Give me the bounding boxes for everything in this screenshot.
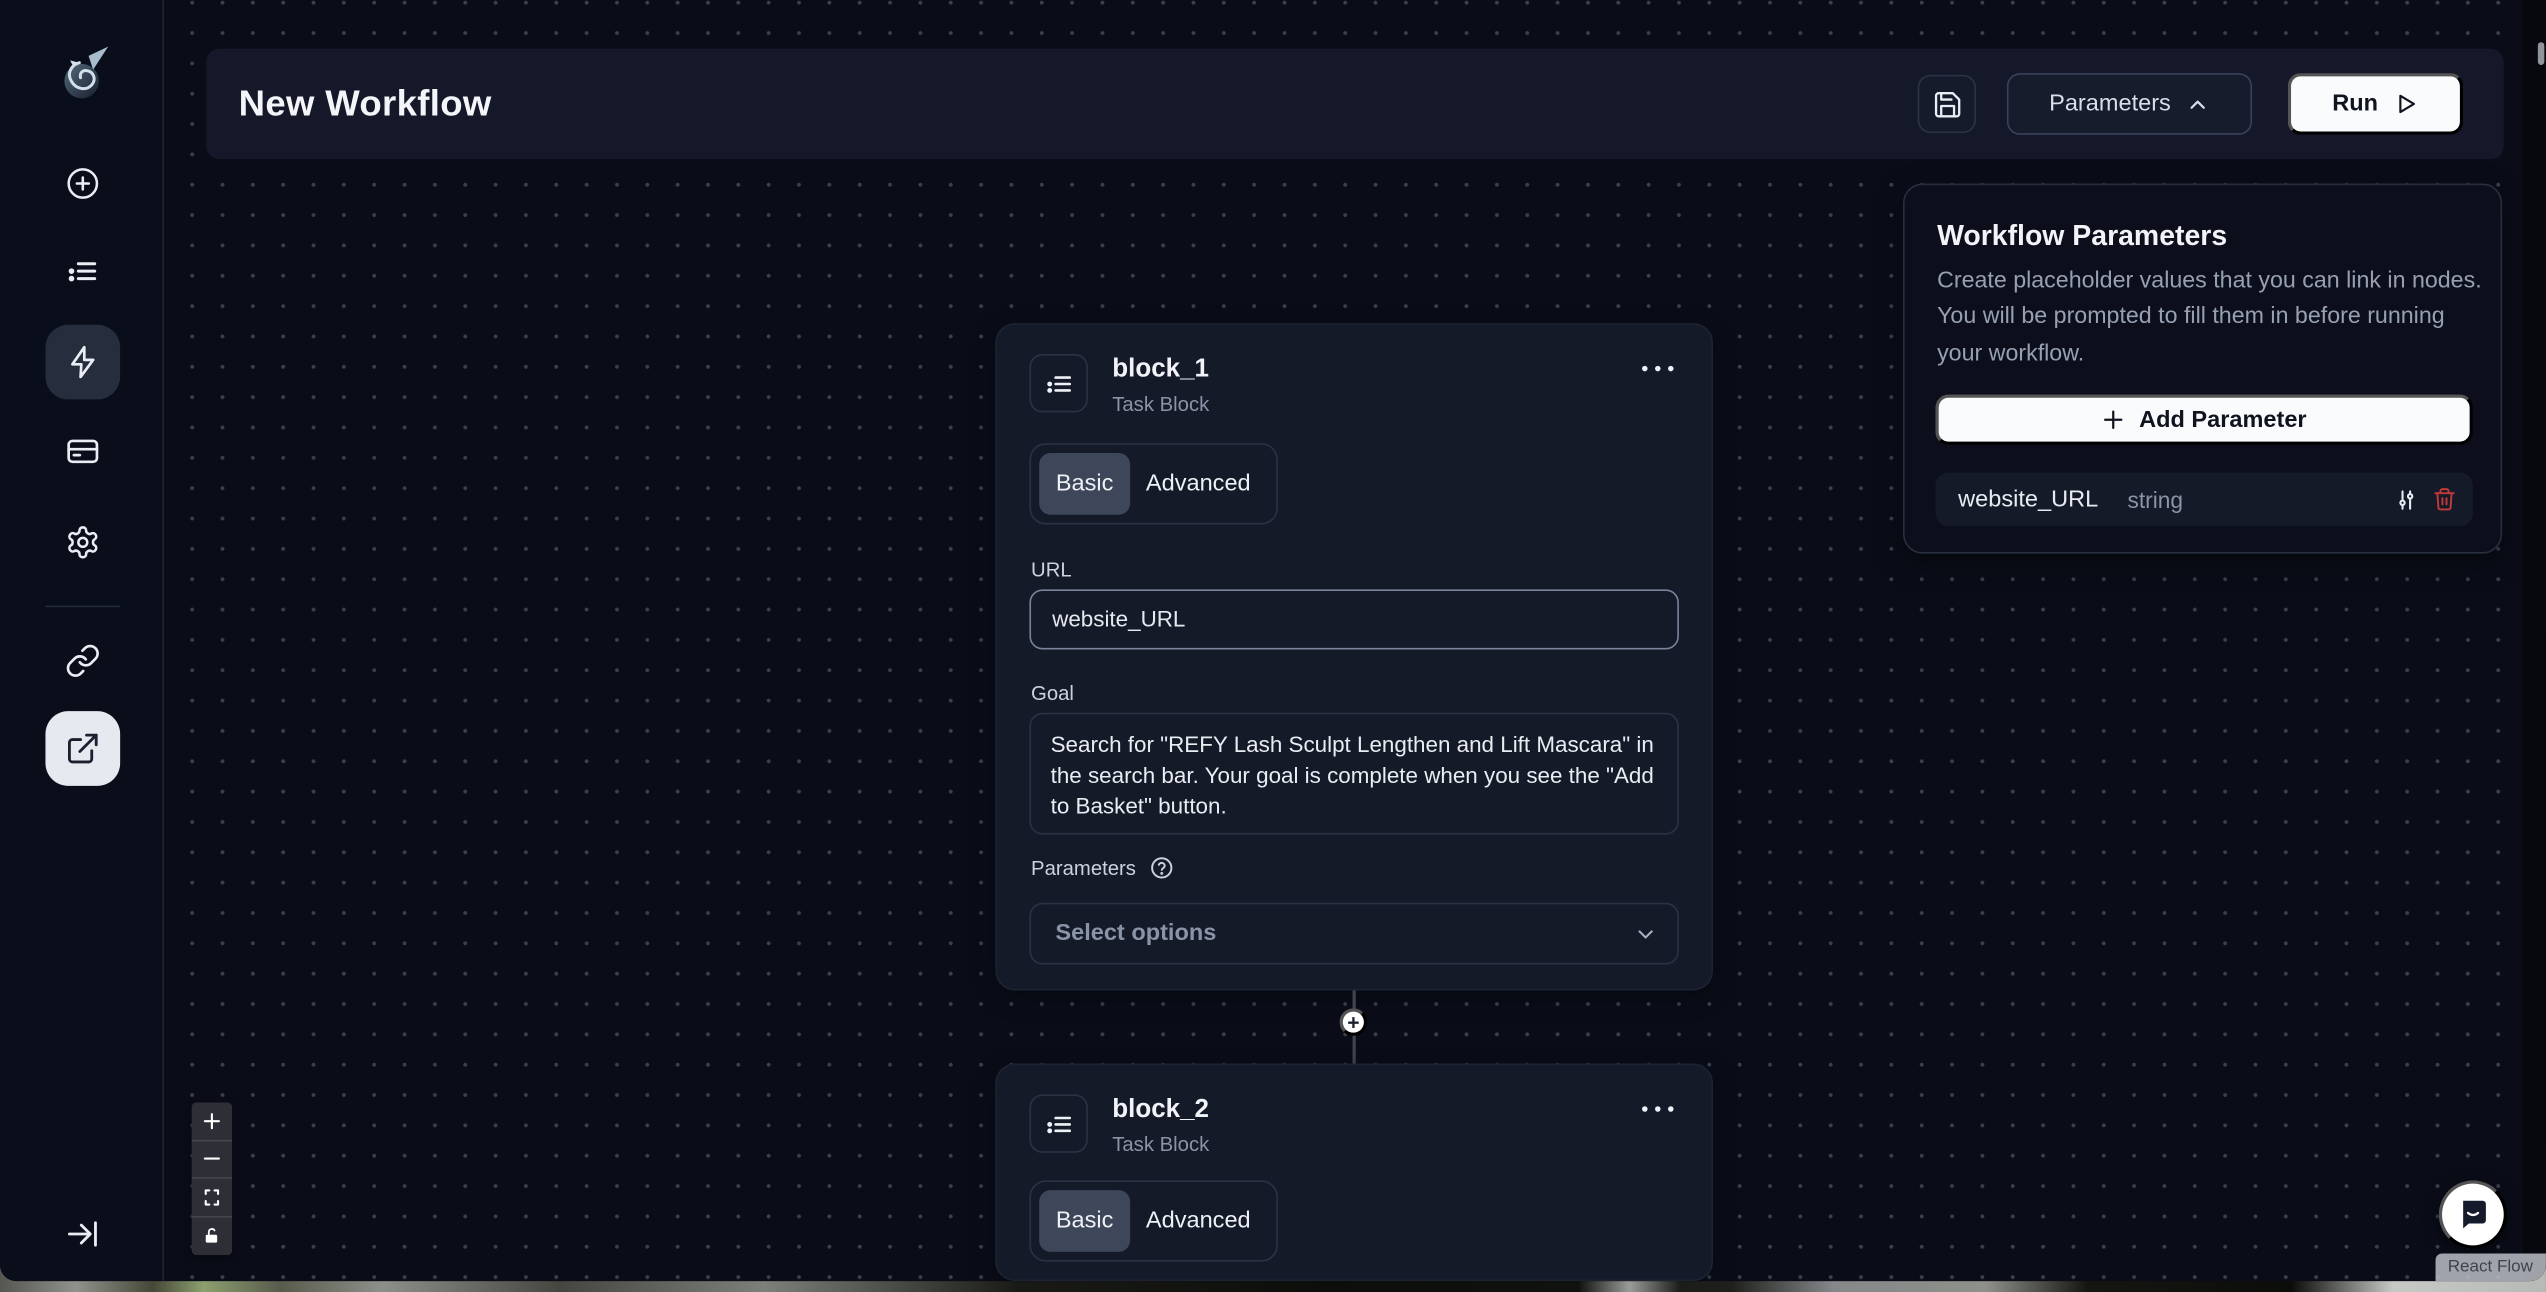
chevron-up-icon xyxy=(2185,92,2209,116)
link-icon xyxy=(65,643,101,679)
save-icon xyxy=(1931,88,1962,119)
skyvern-dragon-logo xyxy=(55,39,110,107)
panel-title: Workflow Parameters xyxy=(1937,219,2227,253)
credit-card-icon xyxy=(65,434,101,470)
sidebar-item-workflows[interactable] xyxy=(45,325,120,400)
chat-bubble-icon xyxy=(2453,1195,2492,1234)
sidebar xyxy=(0,0,164,1281)
tab-basic[interactable]: Basic xyxy=(1039,1190,1130,1252)
panel-description: Create placeholder values that you can l… xyxy=(1937,263,2483,372)
node-menu-button[interactable] xyxy=(1637,354,1679,383)
edge-add-icon: + xyxy=(1347,1012,1359,1033)
sidebar-item-create[interactable] xyxy=(45,146,120,221)
node-title: block_1 xyxy=(1112,356,1209,385)
zoom-in-button[interactable] xyxy=(192,1102,233,1140)
sidebar-item-open-app[interactable] xyxy=(45,711,120,786)
parameters-field-label: Parameters xyxy=(1031,857,1136,880)
desktop: New Workflow Parameters Run xyxy=(0,0,2546,1292)
task-block-icon xyxy=(1029,354,1087,412)
external-link-icon xyxy=(65,731,101,767)
add-parameter-label: Add Parameter xyxy=(2139,407,2306,433)
fit-view-icon xyxy=(201,1187,222,1208)
plus-icon xyxy=(2102,408,2126,432)
node-type-label: Task Block xyxy=(1112,1133,1209,1156)
sidebar-item-billing[interactable] xyxy=(45,414,120,489)
zoom-in-icon xyxy=(201,1110,222,1131)
canvas-controls xyxy=(192,1102,233,1255)
play-icon xyxy=(2393,91,2419,117)
parameter-name: website_URL xyxy=(1958,486,2098,512)
arrow-right-to-line-icon xyxy=(65,1216,101,1252)
parameters-toggle-button[interactable]: Parameters xyxy=(2007,73,2252,135)
node-title: block_2 xyxy=(1112,1096,1209,1125)
edge-add-block-button[interactable]: + xyxy=(1340,1008,1368,1036)
ellipsis-icon xyxy=(1640,364,1676,374)
scrollbar-thumb[interactable] xyxy=(2538,42,2544,65)
parameter-row: website_URL string xyxy=(1935,472,2472,526)
url-input[interactable] xyxy=(1029,589,1678,649)
task-block-icon xyxy=(1029,1094,1087,1152)
tab-basic[interactable]: Basic xyxy=(1039,453,1130,515)
zoom-out-icon xyxy=(201,1148,222,1169)
goal-textarea[interactable]: Search for "REFY Lash Sculpt Lengthen an… xyxy=(1029,713,1678,835)
lock-toggle-button[interactable] xyxy=(192,1217,233,1255)
node-mode-tabs: Basic Advanced xyxy=(1029,443,1277,524)
parameters-select-placeholder: Select options xyxy=(1055,921,1216,947)
workflow-node-block-2[interactable]: block_2 Task Block Basic Advanced xyxy=(995,1064,1713,1282)
sidebar-item-settings[interactable] xyxy=(45,505,120,580)
run-button-label: Run xyxy=(2332,91,2378,117)
node-type-label: Task Block xyxy=(1112,393,1209,416)
add-parameter-button[interactable]: Add Parameter xyxy=(1935,395,2472,445)
chevron-down-icon xyxy=(1633,921,1657,945)
unlock-icon xyxy=(201,1225,222,1246)
workflow-parameters-panel: Workflow Parameters Create placeholder v… xyxy=(1903,183,2502,553)
plus-circle-icon xyxy=(65,166,101,202)
zap-icon xyxy=(65,344,101,380)
url-field-label: URL xyxy=(1031,559,1072,582)
topbar: New Workflow Parameters Run xyxy=(206,49,2504,159)
parameter-type: string xyxy=(2127,486,2183,512)
parameters-button-label: Parameters xyxy=(2049,91,2171,117)
sliders-icon[interactable] xyxy=(2393,486,2419,512)
tab-advanced[interactable]: Advanced xyxy=(1133,1190,1263,1252)
chat-widget-button[interactable] xyxy=(2439,1180,2507,1248)
sidebar-collapse-button[interactable] xyxy=(45,1197,120,1272)
fit-view-button[interactable] xyxy=(192,1179,233,1217)
parameters-field-row: Parameters xyxy=(1031,856,1173,880)
sidebar-item-runs[interactable] xyxy=(45,234,120,309)
zoom-out-button[interactable] xyxy=(192,1141,233,1179)
save-button[interactable] xyxy=(1918,75,1976,133)
node-mode-tabs: Basic Advanced xyxy=(1029,1180,1277,1261)
react-flow-attribution: React Flow xyxy=(2436,1253,2546,1281)
list-icon xyxy=(65,253,101,289)
sidebar-item-integrations[interactable] xyxy=(45,624,120,699)
parameters-select[interactable]: Select options xyxy=(1029,903,1678,965)
page-title: New Workflow xyxy=(239,49,492,159)
scrollbar-track[interactable] xyxy=(2523,0,2546,1281)
goal-field-label: Goal xyxy=(1031,682,1074,705)
help-circle-icon[interactable] xyxy=(1149,856,1173,880)
app-window: New Workflow Parameters Run xyxy=(0,0,2546,1281)
node-menu-button[interactable] xyxy=(1637,1094,1679,1123)
gear-icon xyxy=(65,524,101,560)
sidebar-divider xyxy=(45,606,120,608)
trash-icon[interactable] xyxy=(2432,487,2456,511)
tab-advanced[interactable]: Advanced xyxy=(1133,453,1263,515)
workflow-node-block-1[interactable]: block_1 Task Block Basic Advanced URL Go… xyxy=(995,323,1713,990)
run-button[interactable]: Run xyxy=(2288,73,2463,135)
ellipsis-icon xyxy=(1640,1104,1676,1114)
